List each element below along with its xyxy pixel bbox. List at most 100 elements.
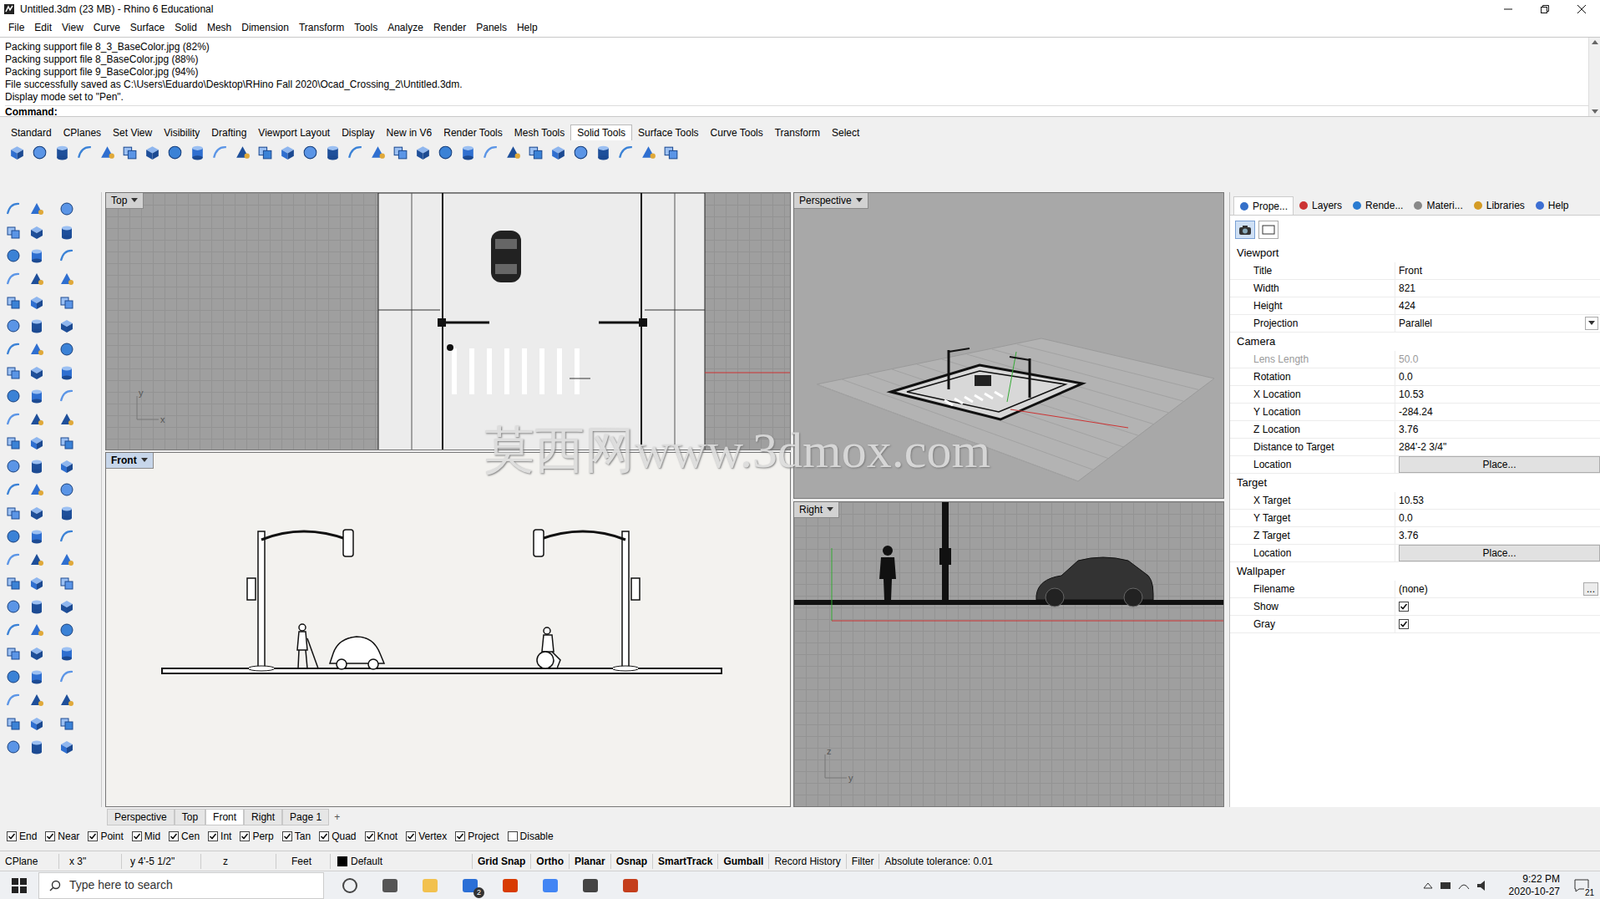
property-checkbox[interactable] <box>1398 601 1409 612</box>
tool-icon[interactable] <box>594 143 613 162</box>
tool-icon[interactable] <box>526 143 545 162</box>
property-value[interactable]: 424 <box>1395 297 1600 314</box>
layer-cell[interactable]: Default <box>329 853 472 869</box>
property-value[interactable]: Place... <box>1395 544 1600 562</box>
toolbar-tab[interactable]: Drafting <box>205 125 253 141</box>
toolbar-tab[interactable]: Standard <box>5 125 58 141</box>
tool-icon[interactable] <box>28 481 46 498</box>
tool-icon[interactable] <box>58 293 76 311</box>
tool-icon[interactable] <box>5 481 22 498</box>
tool-icon[interactable] <box>5 644 22 662</box>
status-toggle[interactable]: SmartTrack <box>652 853 718 869</box>
osnap-checkbox[interactable] <box>318 830 330 841</box>
panel-tab[interactable]: Layers <box>1293 196 1347 215</box>
tool-icon[interactable] <box>58 551 76 568</box>
toolbar-tab[interactable]: Surface Tools <box>632 125 705 141</box>
panel-tab[interactable]: Prope... <box>1233 196 1294 215</box>
tool-icon[interactable] <box>414 143 432 162</box>
menu-item[interactable]: Curve <box>88 20 126 36</box>
toolbar-tab[interactable]: New in V6 <box>380 125 439 141</box>
tool-icon[interactable] <box>5 434 22 451</box>
tool-icon[interactable] <box>30 143 49 162</box>
tool-icon[interactable] <box>58 317 76 335</box>
menu-item[interactable]: Help <box>511 20 543 36</box>
osnap-checkbox[interactable] <box>364 830 375 841</box>
tool-icon[interactable] <box>211 143 229 162</box>
osnap-checkbox[interactable] <box>455 830 466 841</box>
tool-icon[interactable] <box>5 574 22 592</box>
osnap-item[interactable]: Point <box>87 828 123 844</box>
tool-icon[interactable] <box>58 504 76 522</box>
viewport-title[interactable]: Top <box>106 192 144 209</box>
close-button[interactable] <box>1563 0 1600 19</box>
cplane-cell[interactable]: CPlane <box>0 853 59 869</box>
property-checkbox[interactable] <box>1398 618 1409 629</box>
tool-icon[interactable] <box>28 527 46 545</box>
property-value[interactable]: Place... <box>1395 455 1600 473</box>
tool-icon[interactable] <box>549 143 568 162</box>
tool-icon[interactable] <box>58 457 76 475</box>
panel-tab[interactable]: Materi... <box>1407 196 1468 215</box>
tool-icon[interactable] <box>5 738 22 755</box>
tool-icon[interactable] <box>98 143 117 162</box>
tool-icon[interactable] <box>58 270 76 288</box>
taskbar-app[interactable] <box>419 874 441 897</box>
menu-item[interactable]: Mesh <box>202 20 237 36</box>
taskbar-app[interactable] <box>339 874 361 897</box>
tool-icon[interactable] <box>5 270 22 288</box>
menu-item[interactable]: Surface <box>125 20 170 36</box>
status-toggle[interactable]: Osnap <box>610 853 653 869</box>
tool-icon[interactable] <box>28 644 46 662</box>
tool-icon[interactable] <box>5 621 22 638</box>
status-toggle[interactable]: Grid Snap <box>471 853 531 869</box>
property-value[interactable]: 0.0 <box>1395 368 1600 385</box>
property-value[interactable]: Front <box>1395 262 1600 279</box>
osnap-checkbox[interactable] <box>6 830 17 841</box>
status-toggle[interactable]: Record History <box>768 853 846 869</box>
viewport-title[interactable]: Right <box>794 501 840 518</box>
tool-icon[interactable] <box>58 434 76 451</box>
menu-item[interactable]: View <box>56 20 89 36</box>
taskbar-app[interactable] <box>499 874 522 897</box>
tool-icon[interactable] <box>28 387 46 405</box>
tool-icon[interactable] <box>28 551 46 568</box>
tool-icon[interactable] <box>256 143 274 162</box>
viewport-tab[interactable]: Front <box>205 808 244 826</box>
osnap-item[interactable]: Knot <box>364 828 399 844</box>
osnap-checkbox[interactable] <box>131 830 142 841</box>
tool-icon[interactable] <box>28 200 46 218</box>
tool-icon[interactable] <box>58 410 76 428</box>
tool-icon[interactable] <box>5 364 22 381</box>
tool-icon[interactable] <box>28 668 46 685</box>
min-button[interactable] <box>1489 0 1527 19</box>
dropdown-arrow-icon[interactable] <box>141 457 148 463</box>
tool-icon[interactable] <box>5 457 22 475</box>
toolbar-tab[interactable]: Viewport Layout <box>252 125 336 141</box>
tool-icon[interactable] <box>436 143 455 162</box>
tool-icon[interactable] <box>28 223 46 241</box>
property-value[interactable]: Parallel <box>1395 314 1600 332</box>
tool-icon[interactable] <box>5 317 22 335</box>
osnap-item[interactable]: Mid <box>131 828 161 844</box>
property-value[interactable]: 50.0 <box>1395 350 1600 368</box>
osnap-checkbox[interactable] <box>207 830 218 841</box>
status-toggle[interactable]: Gumball <box>717 853 769 869</box>
osnap-checkbox[interactable] <box>507 830 518 841</box>
menu-item[interactable]: Dimension <box>236 20 294 36</box>
tool-icon[interactable] <box>28 574 46 592</box>
osnap-checkbox[interactable] <box>405 830 416 841</box>
tool-icon[interactable] <box>28 340 46 358</box>
menu-item[interactable]: File <box>3 20 30 36</box>
tool-icon[interactable] <box>301 143 319 162</box>
top-viewport[interactable]: Topyx <box>105 192 791 451</box>
osnap-checkbox[interactable] <box>45 830 56 841</box>
start-button[interactable] <box>0 877 39 893</box>
tool-icon[interactable] <box>5 293 22 311</box>
tool-icon[interactable] <box>8 143 26 162</box>
viewport-tab[interactable]: Page 1 <box>282 808 330 826</box>
front-viewport[interactable]: Front <box>105 451 791 807</box>
camera-button[interactable] <box>1235 220 1256 239</box>
tool-icon[interactable] <box>617 143 635 162</box>
osnap-checkbox[interactable] <box>168 830 179 841</box>
tool-icon[interactable] <box>5 551 22 568</box>
